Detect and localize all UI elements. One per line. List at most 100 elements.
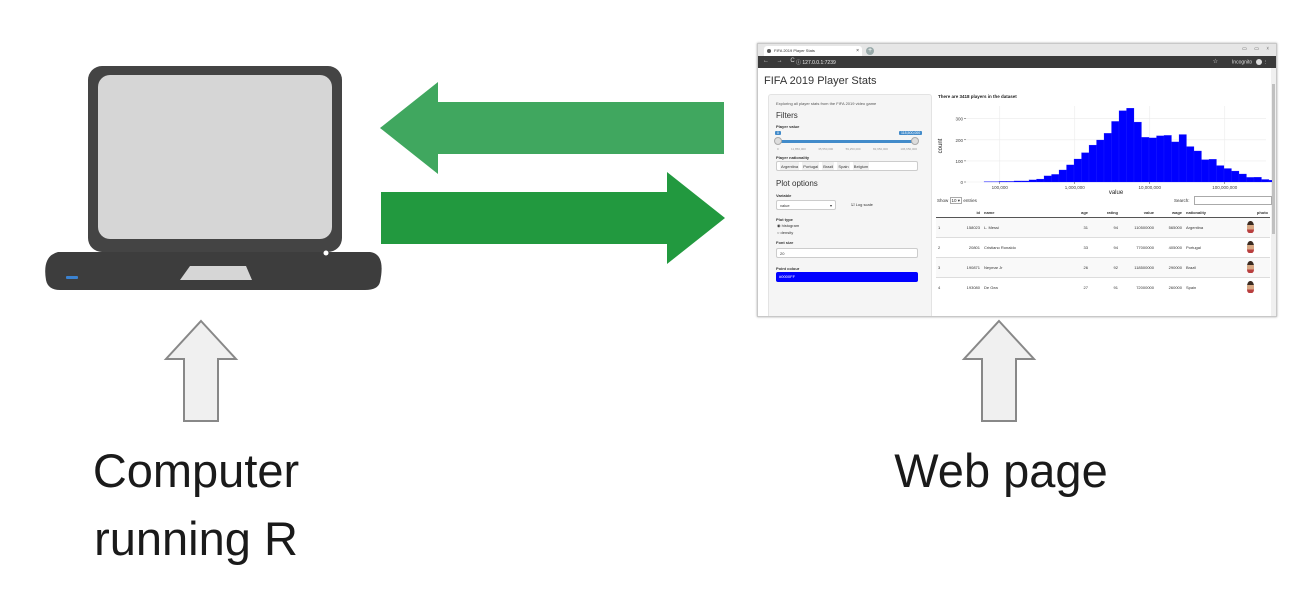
browser-scrollbar-thumb[interactable] <box>1272 84 1275 234</box>
column-header[interactable]: rating <box>1090 207 1120 218</box>
table-header-row: id name age rating value wage nationality photo <box>936 207 1270 218</box>
laptop-led <box>66 276 78 279</box>
table-length-control: Show 10 ▾ entries <box>937 197 977 204</box>
nationality-input[interactable]: Argentina Portugal Brazil Spain Belgium <box>776 161 918 171</box>
table-cell: 20801 <box>954 237 982 258</box>
column-header[interactable]: id <box>954 207 982 218</box>
histogram-bar <box>1058 169 1067 183</box>
nationality-label: Player nationality <box>776 155 810 160</box>
histogram-bar <box>1118 110 1127 183</box>
window-controls[interactable]: ▭ ▭ ☓ <box>1242 46 1272 52</box>
show-label: Show <box>937 198 949 203</box>
variable-label: Variable <box>776 193 792 198</box>
url-field[interactable]: ⓘ 127.0.0.1:7239 <box>796 59 836 66</box>
tab-close-icon[interactable]: × <box>856 46 859 56</box>
table-cell: L. Messi <box>982 217 1052 238</box>
nationality-chip[interactable]: Belgium <box>852 162 870 170</box>
table-cell: 94 <box>1090 237 1120 258</box>
histogram-bar <box>1081 152 1090 183</box>
column-header[interactable]: wage <box>1156 207 1184 218</box>
slider-min-handle[interactable] <box>774 137 782 145</box>
nationality-chip[interactable]: Brazil <box>822 162 835 170</box>
y-axis-label: count <box>938 138 944 153</box>
search-label: Search: <box>1174 198 1190 203</box>
table-cell: 158023 <box>954 217 982 238</box>
arrow-left-icon <box>380 82 724 174</box>
slider-max-badge: 118,500,000 <box>899 131 923 135</box>
tab-favicon-icon <box>767 49 771 53</box>
histogram-bar <box>998 181 1007 183</box>
table-row[interactable]: 1 158023 L. Messi 31 94 110500000 565000 Argent… <box>936 217 1270 238</box>
plot-caption: There are 3418 players in the dataset <box>938 94 1017 99</box>
browser-tab[interactable]: FIFA 2019 Player Stats × <box>764 46 862 56</box>
slider-tick: 82,950,000 <box>872 147 888 151</box>
chevron-down-icon: ▾ <box>829 203 832 208</box>
histogram-chart: 0 100 200 300 100,000 1,000,000 10,000,000 100,… <box>938 106 1272 196</box>
table-row[interactable]: 2 20801 Cristiano Ronaldo 33 94 77000000 40500… <box>936 237 1270 258</box>
table-cell: Cristiano Ronaldo <box>982 237 1052 258</box>
search-input[interactable] <box>1194 196 1272 205</box>
column-header[interactable]: name <box>982 207 1052 218</box>
font-size-label: Font size <box>776 240 794 245</box>
up-arrow-left-icon <box>163 319 239 422</box>
column-header[interactable]: photo <box>1230 207 1270 218</box>
plot-type-radio-density[interactable]: ○ density <box>777 230 793 235</box>
menu-icon[interactable]: ⋮ <box>1263 59 1268 65</box>
player-photo <box>1246 281 1254 293</box>
table-row[interactable]: 3 190871 Neymar Jr 26 92 118500000 290000 Brazi… <box>936 257 1270 278</box>
player-value-label: Player value <box>776 124 800 129</box>
nationality-chip[interactable]: Argentina <box>780 162 800 170</box>
y-tick-label: 100 <box>955 159 963 164</box>
font-size-input[interactable]: 20 <box>776 248 918 258</box>
table-cell: 290000 <box>1156 257 1184 278</box>
table-cell: 190871 <box>954 257 982 278</box>
histogram-bar <box>1141 137 1150 183</box>
player-photo <box>1246 261 1254 273</box>
star-icon[interactable]: ☆ <box>1213 58 1218 65</box>
histogram-bar <box>1148 137 1157 183</box>
histogram-bar <box>1201 159 1210 183</box>
arrow-right-icon <box>381 172 725 264</box>
nav-buttons[interactable]: ← → C <box>763 58 798 64</box>
variable-select[interactable]: value ▾ <box>776 200 836 210</box>
laptop-touchpad <box>180 266 252 280</box>
x-tick-label: 100,000 <box>992 185 1009 190</box>
histogram-bar <box>1013 180 1022 183</box>
new-tab-icon[interactable]: + <box>866 47 874 55</box>
histogram-bar <box>1223 168 1232 183</box>
slider-tick: 59,250,000 <box>845 147 861 151</box>
player-value-slider-range <box>779 140 917 143</box>
table-cell: 2 <box>936 237 954 258</box>
nationality-chip[interactable]: Portugal <box>802 162 820 170</box>
table-cell: 33 <box>1052 237 1090 258</box>
column-header[interactable]: age <box>1052 207 1090 218</box>
table-cell: 405000 <box>1156 237 1184 258</box>
column-header[interactable] <box>936 207 954 218</box>
x-tick-label: 100,000,000 <box>1212 185 1238 190</box>
column-header[interactable]: value <box>1120 207 1156 218</box>
sidebar-panel: Exploring all player stats from the FIFA… <box>768 94 932 316</box>
histogram-bar <box>1193 150 1202 183</box>
nationality-chip[interactable]: Spain <box>837 162 850 170</box>
plot-options-heading: Plot options <box>776 179 818 188</box>
slider-tick: 35,550,000 <box>818 147 834 151</box>
slider-ticks: 0 11,850,000 35,550,000 59,250,000 82,95… <box>777 147 917 151</box>
table-cell: Brazil <box>1184 257 1230 278</box>
y-tick-label: 0 <box>960 180 963 185</box>
photo-cell <box>1230 237 1270 258</box>
slider-max-handle[interactable] <box>911 137 919 145</box>
table-cell: 1 <box>936 217 954 238</box>
entries-select[interactable]: 10 ▾ <box>949 197 963 204</box>
log-scale-checkbox[interactable]: ☑ Log scale <box>851 202 873 207</box>
plot-type-radio-histogram[interactable]: ◉ histogram <box>777 223 799 228</box>
histogram-bar <box>1178 134 1187 183</box>
up-arrow-right-icon <box>961 319 1037 422</box>
page-title: FIFA 2019 Player Stats <box>764 75 877 87</box>
laptop-screen <box>98 75 332 239</box>
table-row[interactable]: 4 193080 De Gea 27 91 72000000 260000 Spain <box>936 277 1270 297</box>
point-colour-input[interactable]: #0000FF <box>776 272 918 282</box>
caption-computer-line2: running R <box>94 512 298 565</box>
column-header[interactable]: nationality <box>1184 207 1230 218</box>
browser-address-bar: ← → C ⓘ 127.0.0.1:7239 ☆ Incognito ⋮ <box>758 56 1276 68</box>
browser-screenshot: FIFA 2019 Player Stats × + ▭ ▭ ☓ ← → C ⓘ… <box>757 43 1277 317</box>
